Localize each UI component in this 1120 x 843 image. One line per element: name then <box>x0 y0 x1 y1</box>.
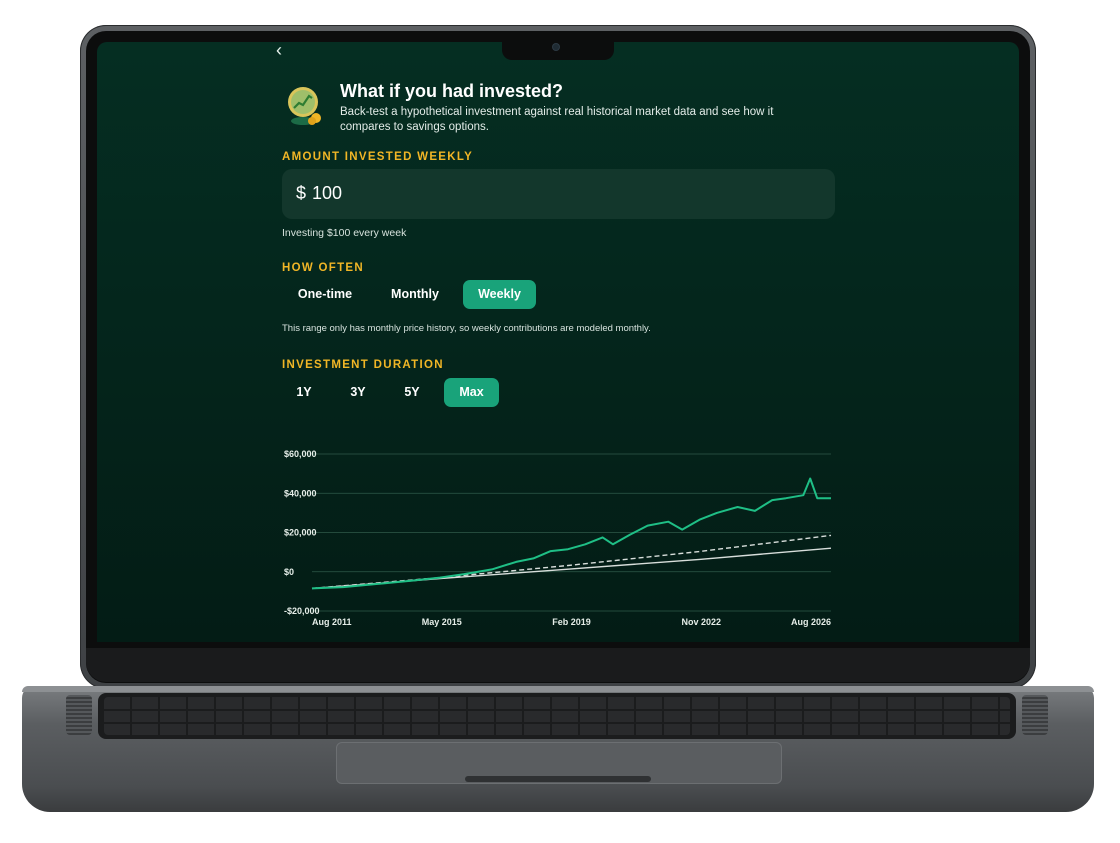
investment-chart: $60,000 $40,000 $20,000 $0 -$20,000Aug 2011 M… <box>284 449 832 627</box>
y-tick-label: -$20,000 <box>284 606 320 616</box>
x-tick-label: Nov 2022 <box>681 617 721 627</box>
keyboard-keys <box>104 697 1010 735</box>
x-tick-label: Aug 2011 <box>312 617 352 627</box>
lid-open-notch <box>465 776 651 782</box>
amount-section-label: AMOUNT INVESTED WEEKLY <box>282 151 474 163</box>
crystal-ball-icon <box>288 87 321 125</box>
x-tick-label: Aug 2026 <box>791 617 831 627</box>
frequency-note: This range only has monthly price histor… <box>282 323 651 334</box>
frequency-section-label: HOW OFTEN <box>282 262 364 274</box>
y-tick-label: $60,000 <box>284 449 317 459</box>
y-tick-label: $0 <box>284 567 294 577</box>
frequency-option-one-time[interactable]: One-time <box>282 280 368 309</box>
speaker-grille-right <box>1022 695 1048 735</box>
y-tick-label: $20,000 <box>284 528 317 538</box>
x-tick-label: May 2015 <box>422 617 462 627</box>
x-tick-label: Feb 2019 <box>552 617 591 627</box>
laptop-base-edge <box>22 686 1094 692</box>
amount-value[interactable]: 100 <box>312 183 342 204</box>
savings-high-line <box>311 534 832 590</box>
frequency-option-monthly[interactable]: Monthly <box>377 280 453 309</box>
camera-icon <box>553 44 559 50</box>
frequency-option-weekly[interactable]: Weekly <box>463 280 536 309</box>
page-title: What if you had invested? <box>340 81 564 101</box>
screen-chin <box>86 648 1030 682</box>
page-subtitle: Back-test a hypothetical investment agai… <box>340 106 774 133</box>
currency-symbol: $ <box>296 183 307 203</box>
y-tick-label: $40,000 <box>284 488 317 498</box>
amount-input[interactable]: $ 100 <box>282 169 835 219</box>
duration-option-5y[interactable]: 5Y <box>390 378 434 407</box>
duration-option-max[interactable]: Max <box>444 378 499 407</box>
amount-helper-text: Investing $100 every week <box>282 227 407 239</box>
duration-section-label: INVESTMENT DURATION <box>282 359 444 371</box>
duration-option-1y[interactable]: 1Y <box>282 378 326 407</box>
chevron-left-icon[interactable]: ‹ <box>276 40 282 61</box>
speaker-grille-left <box>66 695 92 735</box>
duration-option-3y[interactable]: 3Y <box>336 378 380 407</box>
